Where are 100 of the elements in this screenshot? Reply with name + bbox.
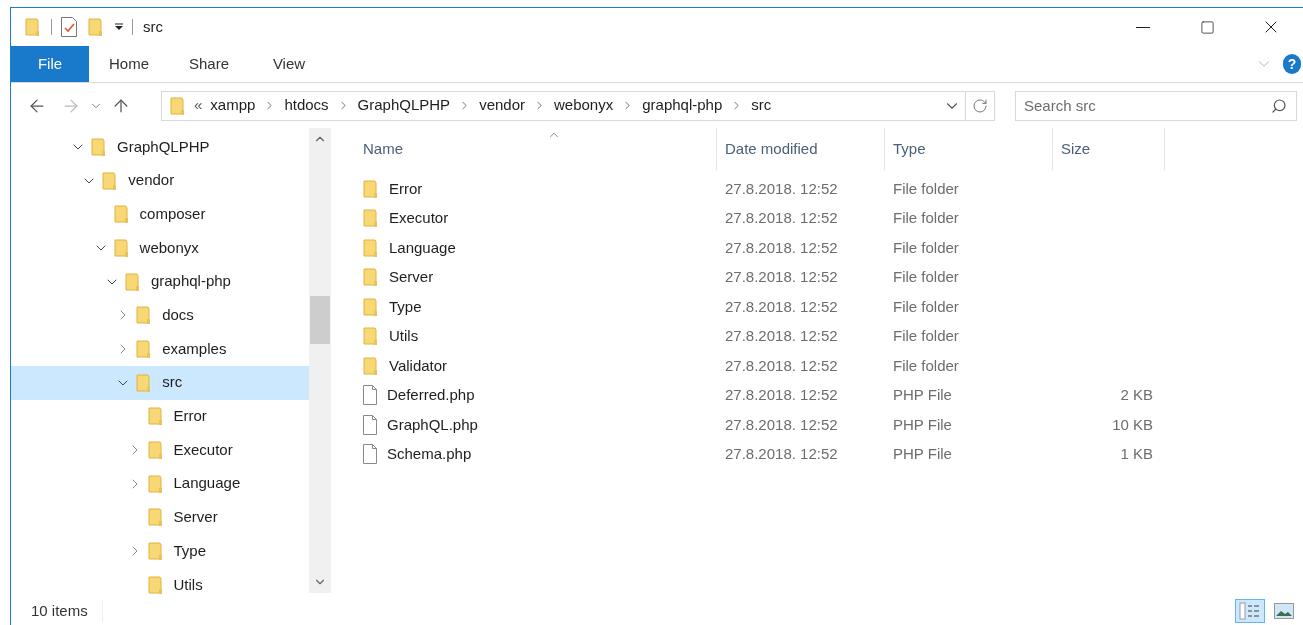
file-name: Executor [389,208,449,228]
tree-item[interactable]: Language [11,466,309,501]
date-modified: 27.8.2018. 12:52 [725,445,838,462]
tree-item[interactable]: Type [11,534,309,568]
file-name: Type [389,296,422,317]
file-name: Error [389,178,423,199]
file-row[interactable]: Server 27.8.2018. 12:52 File folder [355,262,1303,292]
file-name: Schema.php [387,444,472,464]
file-type: PHP File [893,445,952,462]
minimize-icon [1136,26,1150,28]
file-row[interactable]: Language 27.8.2018. 12:52 File folder [355,233,1303,263]
breadcrumb-item[interactable]: htdocs [284,94,329,117]
date-modified: 27.8.2018. 12:52 [725,356,838,374]
tree-item[interactable]: GraphQLPHP [11,130,309,164]
address-overflow[interactable]: « [194,94,203,117]
file-size: 2 KB [1120,385,1153,405]
column-header[interactable]: Size [1053,128,1165,170]
date-modified: 27.8.2018. 12:52 [725,386,838,403]
file-type: File folder [893,297,959,315]
tree-item[interactable]: Error [11,399,309,434]
tree-item-label: examples [162,338,227,359]
tree-scrollbar[interactable] [309,128,331,593]
refresh-icon[interactable] [972,97,988,114]
column-header[interactable]: Type [885,128,1053,170]
breadcrumb-item[interactable]: graphql-php [642,94,723,117]
tree-item[interactable]: webonyx [11,231,309,265]
ribbon-tab[interactable]: File [11,46,89,82]
file-row[interactable]: Utils 27.8.2018. 12:52 File folder [355,321,1303,351]
tree-item-label: src [162,372,183,393]
file-row[interactable]: Schema.php 27.8.2018. 12:52 PHP File 1 KB [355,439,1303,469]
date-modified: 27.8.2018. 12:52 [725,179,838,197]
breadcrumb-item[interactable]: GraphQLPHP [357,94,451,117]
breadcrumb-item[interactable]: webonyx [554,94,614,117]
file-size: 10 KB [1112,414,1153,435]
breadcrumb-item[interactable]: vendor [479,94,525,117]
scrollbar-thumb[interactable] [310,296,330,344]
tree-item-label: Utils [173,574,203,595]
file-type: PHP File [893,415,952,433]
tree-item[interactable]: graphql-php [11,264,309,299]
properties-icon[interactable] [60,16,78,38]
date-modified: 27.8.2018. 12:52 [725,209,838,226]
tree-item[interactable]: composer [11,197,309,232]
file-icon [361,414,379,435]
file-type: File folder [893,238,959,256]
tree-item-label: composer [139,203,206,224]
ribbon-tab[interactable]: View [249,46,329,82]
tree-item-label: Language [173,473,241,494]
file-row[interactable]: Deferred.php 27.8.2018. 12:52 PHP File 2 KB [355,380,1303,410]
tree-item-label: Type [173,540,207,561]
file-row[interactable]: Validator 27.8.2018. 12:52 File folder [355,351,1303,381]
maximize-icon [1199,19,1215,35]
tree-item-label: GraphQLPHP [117,136,210,157]
search-field[interactable]: Search src [1015,90,1297,121]
file-icon [361,385,379,406]
column-header[interactable]: Name [355,128,717,170]
file-size: 1 KB [1120,444,1153,464]
tree-item[interactable]: docs [11,298,309,333]
file-name: Server [389,267,434,287]
tree-item[interactable]: Utils [11,567,309,597]
tree-item[interactable]: examples [11,332,309,366]
file-type: File folder [893,209,959,226]
file-row[interactable]: GraphQL.php 27.8.2018. 12:52 PHP File 10 KB [355,410,1303,440]
breadcrumb-item[interactable]: xampp [210,94,256,117]
file-name: Language [389,237,456,258]
tree-item[interactable]: src [11,365,309,400]
ribbon-tab[interactable]: Home [89,46,169,82]
ribbon-tab[interactable]: Share [169,46,249,82]
file-type: File folder [893,356,959,374]
item-count: 10 items [11,599,103,623]
file-icon [361,444,379,465]
file-type: File folder [893,179,959,197]
file-type: PHP File [893,386,952,403]
date-modified: 27.8.2018. 12:52 [725,268,838,285]
breadcrumb-item[interactable]: src [751,94,772,117]
address-bar[interactable]: « xampp htdocs GraphQLPHP vendor webonyx graphql-php src [161,90,995,121]
details-view-button[interactable] [1235,599,1265,623]
file-name: Deferred.php [387,385,475,405]
date-modified: 27.8.2018. 12:52 [725,238,838,256]
file-row[interactable]: Executor 27.8.2018. 12:52 File folder [355,203,1303,233]
tree-item[interactable]: vendor [11,163,309,198]
customize-dropdown-icon[interactable] [114,22,124,32]
tree-item[interactable]: Executor [11,433,309,467]
file-row[interactable]: Error 27.8.2018. 12:52 File folder [355,174,1303,204]
tree-item[interactable]: Server [11,500,309,535]
tree-item-label: Executor [173,439,233,460]
file-name: Utils [389,326,419,346]
tree-item-label: docs [162,305,194,326]
tree-item-label: Server [173,507,218,528]
tree-item-label: vendor [128,170,175,191]
date-modified: 27.8.2018. 12:52 [725,297,838,315]
search-icon[interactable] [1271,97,1287,114]
help-icon[interactable]: ? [1283,54,1301,74]
file-row[interactable]: Type 27.8.2018. 12:52 File folder [355,292,1303,322]
window-title: src [143,16,163,37]
column-header[interactable]: Date modified [717,128,885,170]
date-modified: 27.8.2018. 12:52 [725,415,838,433]
file-type: File folder [893,327,959,344]
file-type: File folder [893,268,959,285]
tree-item-label: Error [173,406,207,427]
file-name: GraphQL.php [387,414,478,435]
